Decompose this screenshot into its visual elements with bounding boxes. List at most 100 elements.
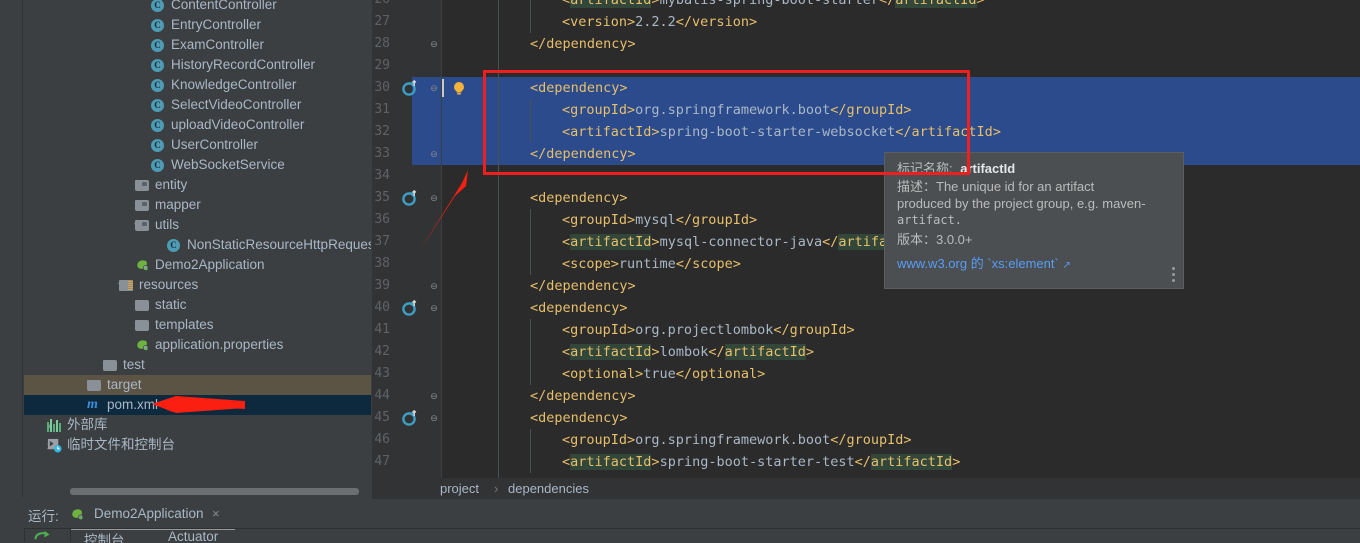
code-fold-end-icon[interactable]: ⊖	[428, 143, 440, 165]
tree-item-utils[interactable]: utils	[24, 215, 371, 235]
code-token: <optional>	[562, 366, 644, 382]
code-token: >	[992, 124, 1001, 140]
code-line[interactable]: </dependency>	[442, 385, 1360, 407]
breadcrumb[interactable]: project › dependencies	[372, 478, 1360, 499]
tree-item-label: mapper	[155, 197, 201, 212]
tree-item-label: ExamController	[171, 37, 265, 52]
spring-bean-gutter-icon[interactable]	[402, 409, 418, 426]
tree-item-websocketservice[interactable]: C WebSocketService	[24, 155, 371, 175]
code-token: >	[805, 344, 815, 360]
class-icon: C	[151, 99, 164, 112]
class-icon: C	[151, 159, 164, 172]
rerun-button[interactable]	[24, 529, 52, 542]
code-token: artifactId	[570, 454, 652, 470]
code-line[interactable]: </dependency>	[442, 33, 1360, 55]
tooltip-link[interactable]: www.w3.org 的 `xs:element` ↗	[897, 255, 1071, 274]
code-token: <dependency>	[530, 410, 628, 426]
code-token: org.projectlombok	[635, 322, 774, 338]
folder-icon	[135, 200, 149, 211]
breadcrumb-separator: ›	[494, 481, 499, 496]
code-line[interactable]: <dependency>	[442, 407, 1360, 429]
code-line[interactable]: <version>2.2.2</version>	[442, 11, 1360, 33]
breadcrumb-item-project[interactable]: project	[440, 478, 479, 499]
code-token: org.springframework.boot	[635, 432, 831, 448]
code-line[interactable]: <optional>true</optional>	[442, 363, 1360, 385]
folder-icon	[135, 220, 149, 231]
tree-item-examcontroller[interactable]: C ExamController	[24, 35, 371, 55]
line-number: 26	[372, 0, 390, 11]
line-number: 32	[374, 124, 390, 139]
tooltip-link-text: www.w3.org 的 `xs:element`	[897, 256, 1059, 271]
code-line[interactable]: <artifactId>lombok</artifactId>	[442, 341, 1360, 363]
code-token: lombok	[659, 344, 709, 360]
tree-item-pom-xml[interactable]: m pom.xml	[24, 395, 371, 415]
close-icon[interactable]: ×	[212, 503, 220, 525]
tree-item-static[interactable]: static	[24, 295, 371, 315]
code-token: </version>	[675, 14, 758, 30]
tree-item-nonstaticresourcehttprequestha[interactable]: C NonStaticResourceHttpRequestHa	[24, 235, 371, 255]
tree-item---------[interactable]: 临时文件和控制台	[24, 435, 371, 455]
tree-item-entity[interactable]: entity	[24, 175, 371, 195]
line-number: 39	[374, 278, 390, 293]
tree-item----[interactable]: 外部库	[24, 415, 371, 435]
class-icon: C	[167, 239, 180, 252]
line-number: 42	[374, 344, 390, 359]
scrollbar-thumb[interactable]	[70, 488, 359, 495]
tree-item-knowledgecontroller[interactable]: C KnowledgeController	[24, 75, 371, 95]
code-token: <	[562, 0, 571, 8]
spring-bean-gutter-icon[interactable]	[402, 189, 418, 206]
project-tree-horizontal-scrollbar[interactable]	[24, 486, 371, 497]
tree-item-test[interactable]: test	[24, 355, 371, 375]
actuator-tab[interactable]: Actuator	[168, 529, 218, 543]
code-fold-end-icon[interactable]: ⊖	[428, 275, 440, 297]
code-line[interactable]: <artifactId>mybatis-spring-boot-starter<…	[442, 0, 1360, 11]
line-number: 27	[374, 14, 390, 29]
code-fold-collapse-icon[interactable]: ⊖	[428, 297, 440, 319]
tree-item-label: uploadVideoController	[171, 117, 305, 132]
tree-item-label: resources	[139, 277, 199, 292]
tree-item-selectvideocontroller[interactable]: C SelectVideoController	[24, 95, 371, 115]
tree-item-uploadvideocontroller[interactable]: CuploadVideoController	[24, 115, 371, 135]
tree-item-demo2application[interactable]: Demo2Application	[24, 255, 371, 275]
code-fold-collapse-icon[interactable]: ⊖	[428, 187, 440, 209]
class-icon: C	[151, 0, 164, 12]
tree-item-mapper[interactable]: mapper	[24, 195, 371, 215]
run-tool-window: 运行: Demo2Application × 控制台 Actuator CSDN…	[0, 499, 1360, 543]
tree-item-application-properties[interactable]: application.properties	[24, 335, 371, 355]
code-fold-collapse-icon[interactable]: ⊖	[428, 407, 440, 429]
line-number: 34	[374, 168, 390, 183]
code-token: </	[822, 234, 839, 250]
more-options-icon[interactable]	[1172, 267, 1175, 282]
code-token: <version>	[562, 14, 636, 30]
folder-icon	[103, 360, 117, 371]
code-token: </groupId>	[773, 322, 855, 338]
console-tab[interactable]: 控制台	[84, 529, 125, 543]
tree-item-contentcontroller[interactable]: C ContentController	[24, 0, 371, 15]
tree-item-templates[interactable]: templates	[24, 315, 371, 335]
class-icon: C	[151, 119, 164, 132]
tooltip-desc-3: artifact.	[897, 213, 963, 227]
maven-icon: m	[87, 397, 98, 412]
tree-item-resources[interactable]: resources	[24, 275, 371, 295]
tree-item-label: 外部库	[67, 417, 108, 432]
code-fold-collapse-icon[interactable]: ⊖	[428, 77, 440, 99]
spring-bean-gutter-icon[interactable]	[402, 299, 418, 316]
code-fold-end-icon[interactable]: ⊖	[428, 33, 440, 55]
code-line[interactable]: <groupId>org.projectlombok</groupId>	[442, 319, 1360, 341]
external-link-icon: ↗	[1062, 260, 1071, 271]
tree-item-entrycontroller[interactable]: C EntryController	[24, 15, 371, 35]
tree-item-target[interactable]: target	[24, 375, 371, 395]
breadcrumb-item-dependencies[interactable]: dependencies	[508, 478, 589, 499]
tooltip-version: 版本：3.0.0+	[897, 232, 973, 247]
code-line[interactable]: <dependency>	[442, 297, 1360, 319]
spring-bean-gutter-icon[interactable]	[402, 79, 418, 96]
tree-item-historyrecordcontroller[interactable]: C HistoryRecordController	[24, 55, 371, 75]
external-libraries-icon	[47, 419, 61, 432]
editor-gutter[interactable]: 26 27 28 ⊖ 29 30 ⊖ 31 32 33 ⊖ 34 35 ⊖ 36 37 38 39 ⊖ 40 ⊖ 41 42…	[372, 0, 442, 478]
tree-item-usercontroller[interactable]: C UserController	[24, 135, 371, 155]
code-line[interactable]: <groupId>org.springframework.boot</group…	[442, 429, 1360, 451]
code-fold-end-icon[interactable]: ⊖	[428, 385, 440, 407]
left-tool-window-bar[interactable]	[0, 0, 23, 497]
project-tree[interactable]: C ContentController C EntryController C ExamC…	[24, 0, 371, 485]
code-line[interactable]: <artifactId>spring-boot-starter-test</ar…	[442, 451, 1360, 473]
